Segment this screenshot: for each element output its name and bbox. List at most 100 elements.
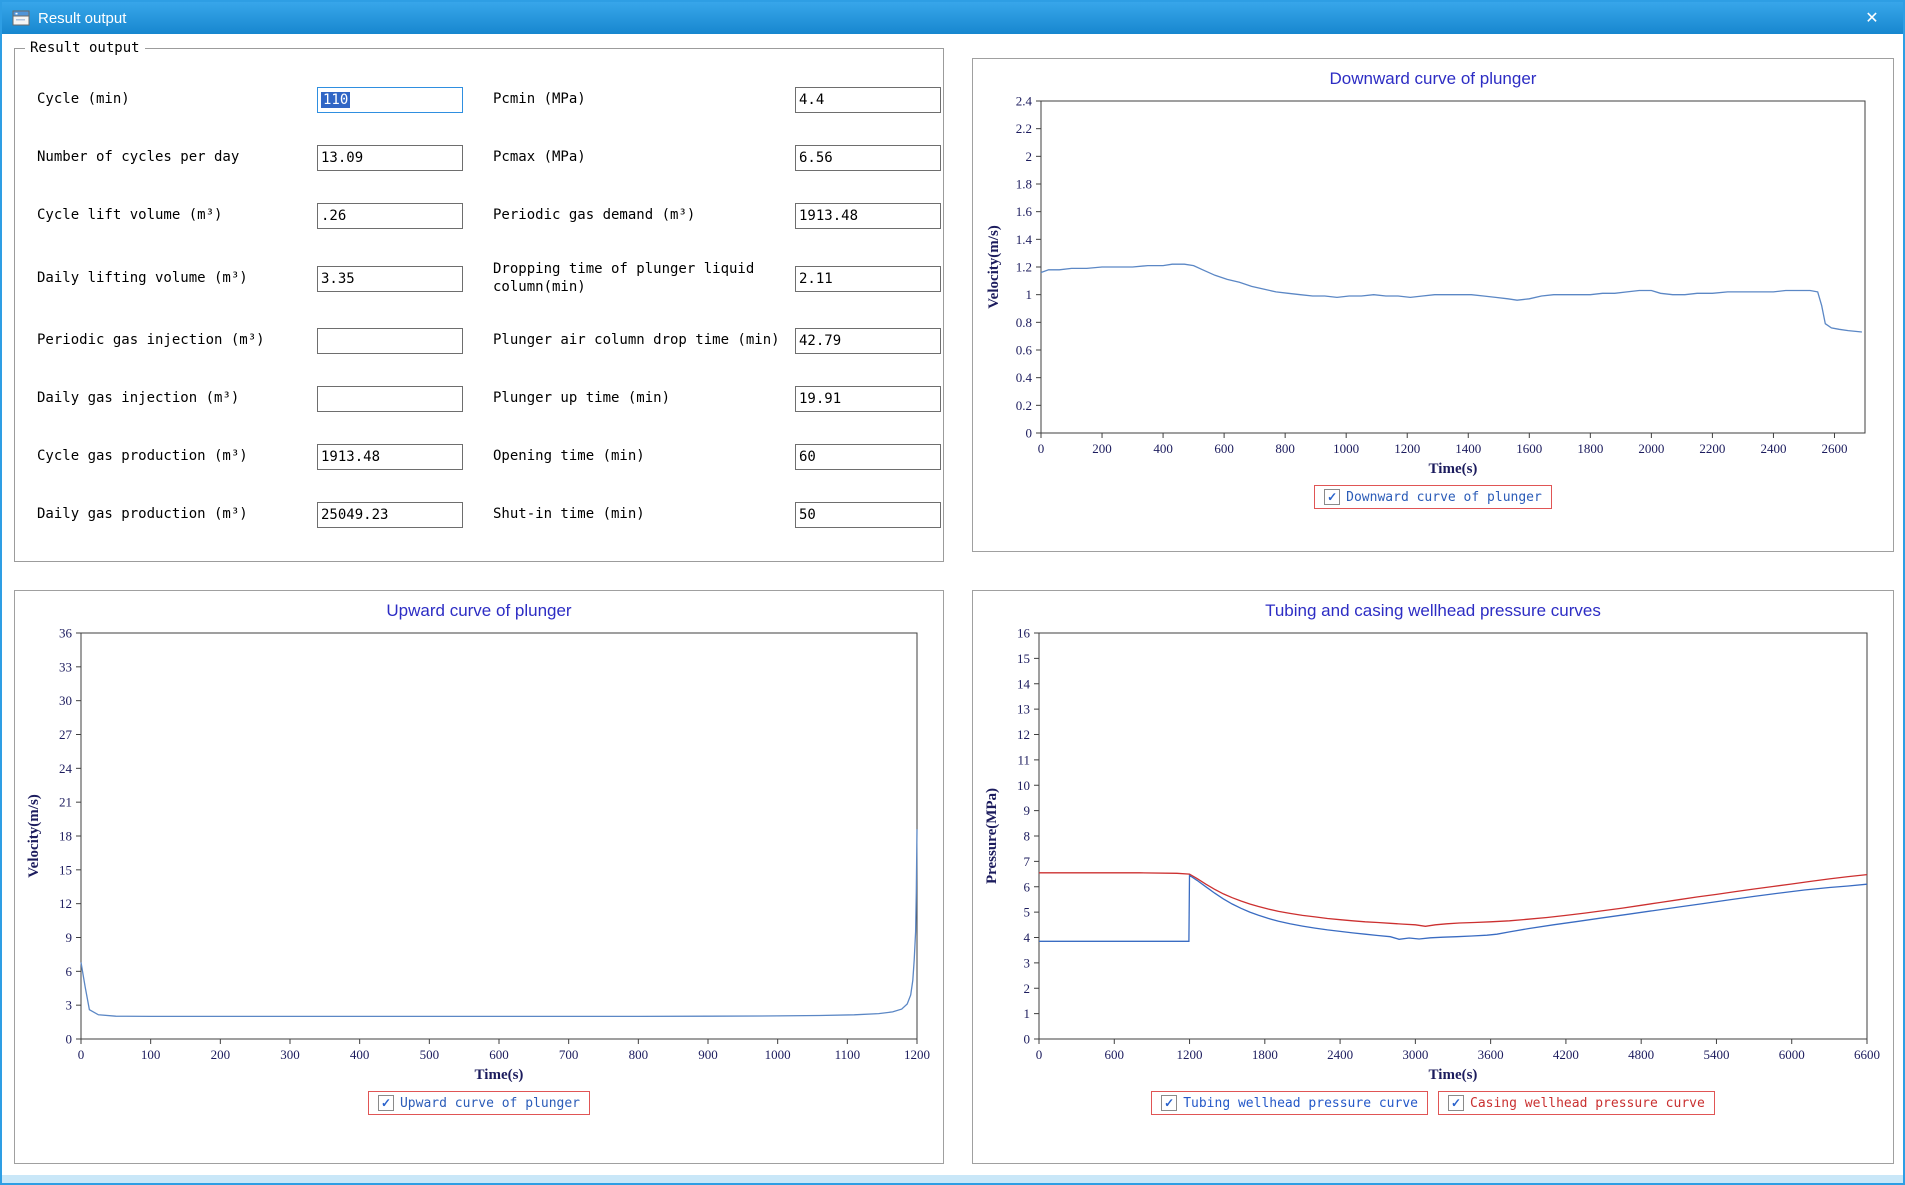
casing-legend-checkbox[interactable]: ✓	[1448, 1095, 1464, 1111]
svg-text:2600: 2600	[1821, 441, 1847, 456]
pressure-chart-panel: Tubing and casing wellhead pressure curv…	[972, 590, 1894, 1164]
svg-text:400: 400	[1153, 441, 1173, 456]
cycle-min-value: 110	[321, 92, 350, 108]
svg-text:1.4: 1.4	[1016, 232, 1033, 247]
svg-text:400: 400	[350, 1047, 370, 1062]
svg-text:2400: 2400	[1327, 1047, 1353, 1062]
upward-legend: ✓ Upward curve of plunger	[15, 1091, 943, 1115]
app-icon	[12, 9, 30, 27]
svg-text:18: 18	[59, 829, 72, 844]
cycle-min-input[interactable]: 110	[317, 87, 463, 113]
svg-text:1800: 1800	[1577, 441, 1603, 456]
svg-text:1: 1	[1026, 287, 1033, 302]
svg-text:Pressure(MPa): Pressure(MPa)	[984, 788, 1000, 884]
svg-text:200: 200	[211, 1047, 231, 1062]
pcmax-label: Pcmax (MPa)	[467, 149, 795, 167]
svg-text:300: 300	[280, 1047, 300, 1062]
svg-text:800: 800	[1275, 441, 1295, 456]
window-bottom-edge	[2, 1175, 1903, 1183]
svg-text:1: 1	[1024, 1006, 1031, 1021]
svg-text:0.4: 0.4	[1016, 370, 1033, 385]
svg-text:Velocity(m/s): Velocity(m/s)	[986, 225, 1002, 309]
svg-text:900: 900	[698, 1047, 718, 1062]
periodic-gas-demand-input[interactable]: 1913.48	[795, 203, 941, 229]
daily-lifting-volume-input[interactable]: 3.35	[317, 266, 463, 292]
check-icon: ✓	[1451, 1096, 1461, 1110]
opening-time-label: Opening time (min)	[467, 448, 795, 466]
svg-text:3: 3	[1024, 955, 1031, 970]
tubing-legend-checkbox[interactable]: ✓	[1161, 1095, 1177, 1111]
pcmin-input[interactable]: 4.4	[795, 87, 941, 113]
periodic-gas-injection-input[interactable]	[317, 328, 463, 354]
periodic-gas-demand-value: 1913.48	[799, 208, 858, 224]
cycle-gas-production-value: 1913.48	[321, 449, 380, 465]
close-button[interactable]: ✕	[1851, 2, 1893, 34]
svg-text:600: 600	[1214, 441, 1234, 456]
svg-text:6: 6	[66, 964, 73, 979]
opening-time-input[interactable]: 60	[795, 444, 941, 470]
svg-text:3000: 3000	[1402, 1047, 1428, 1062]
pcmin-value: 4.4	[799, 92, 824, 108]
svg-text:500: 500	[420, 1047, 440, 1062]
shut-in-time-label: Shut-in time (min)	[467, 506, 795, 524]
daily-gas-production-input[interactable]: 25049.23	[317, 502, 463, 528]
air-drop-time-input[interactable]: 42.79	[795, 328, 941, 354]
plunger-up-time-input[interactable]: 19.91	[795, 386, 941, 412]
title-bar[interactable]: Result output ✕	[2, 2, 1903, 34]
svg-text:1.2: 1.2	[1016, 260, 1032, 275]
downward-legend-item: ✓ Downward curve of plunger	[1314, 485, 1552, 509]
check-icon: ✓	[381, 1096, 391, 1110]
svg-text:100: 100	[141, 1047, 161, 1062]
svg-text:2.2: 2.2	[1016, 121, 1032, 136]
shut-in-time-value: 50	[799, 507, 816, 523]
svg-text:11: 11	[1017, 752, 1030, 767]
svg-text:15: 15	[59, 862, 72, 877]
svg-text:0: 0	[66, 1032, 73, 1047]
svg-text:13: 13	[1017, 702, 1030, 717]
daily-gas-production-value: 25049.23	[321, 507, 388, 523]
liquid-drop-time-input[interactable]: 2.11	[795, 266, 941, 292]
pressure-plot: 0600120018002400300036004200480054006000…	[981, 623, 1885, 1085]
cycle-min-label: Cycle (min)	[37, 91, 317, 109]
svg-text:Velocity(m/s): Velocity(m/s)	[26, 794, 42, 878]
svg-text:1100: 1100	[835, 1047, 861, 1062]
cycle-lift-volume-input[interactable]: .26	[317, 203, 463, 229]
cycles-per-day-label: Number of cycles per day	[37, 149, 317, 167]
svg-text:1000: 1000	[1333, 441, 1359, 456]
shut-in-time-input[interactable]: 50	[795, 502, 941, 528]
pressure-legend: ✓ Tubing wellhead pressure curve ✓ Casin…	[973, 1091, 1893, 1115]
svg-text:9: 9	[1024, 803, 1031, 818]
downward-legend-checkbox[interactable]: ✓	[1324, 489, 1340, 505]
svg-text:Time(s): Time(s)	[1429, 1067, 1478, 1083]
cycles-per-day-input[interactable]: 13.09	[317, 145, 463, 171]
svg-text:6600: 6600	[1854, 1047, 1880, 1062]
air-drop-time-label: Plunger air column drop time (min)	[467, 332, 795, 350]
svg-text:2400: 2400	[1760, 441, 1786, 456]
svg-text:200: 200	[1092, 441, 1112, 456]
opening-time-value: 60	[799, 449, 816, 465]
svg-text:9: 9	[66, 930, 73, 945]
svg-text:30: 30	[59, 693, 72, 708]
svg-text:Time(s): Time(s)	[1429, 461, 1478, 477]
downward-chart-panel: Downward curve of plunger 02004006008001…	[972, 58, 1894, 552]
svg-text:1.8: 1.8	[1016, 177, 1032, 192]
downward-plot: 0200400600800100012001400160018002000220…	[983, 91, 1883, 479]
svg-text:0: 0	[1024, 1032, 1031, 1047]
svg-text:16: 16	[1017, 626, 1031, 641]
pcmin-label: Pcmin (MPa)	[467, 91, 795, 109]
plunger-up-time-label: Plunger up time (min)	[467, 390, 795, 408]
svg-text:0.8: 0.8	[1016, 315, 1032, 330]
svg-text:600: 600	[1105, 1047, 1125, 1062]
cycle-gas-production-label: Cycle gas production (m³)	[37, 448, 317, 466]
tubing-legend-label: Tubing wellhead pressure curve	[1183, 1096, 1418, 1111]
pcmax-input[interactable]: 6.56	[795, 145, 941, 171]
daily-gas-injection-input[interactable]	[317, 386, 463, 412]
upward-legend-checkbox[interactable]: ✓	[378, 1095, 394, 1111]
result-form: Cycle (min) 110 Pcmin (MPa) 4.4 Number o…	[15, 49, 943, 528]
svg-text:1400: 1400	[1455, 441, 1481, 456]
svg-text:Time(s): Time(s)	[475, 1067, 524, 1083]
cycle-gas-production-input[interactable]: 1913.48	[317, 444, 463, 470]
svg-text:3: 3	[66, 998, 73, 1013]
liquid-drop-time-label: Dropping time of plunger liquid column(m…	[467, 261, 795, 296]
svg-text:6: 6	[1024, 879, 1031, 894]
